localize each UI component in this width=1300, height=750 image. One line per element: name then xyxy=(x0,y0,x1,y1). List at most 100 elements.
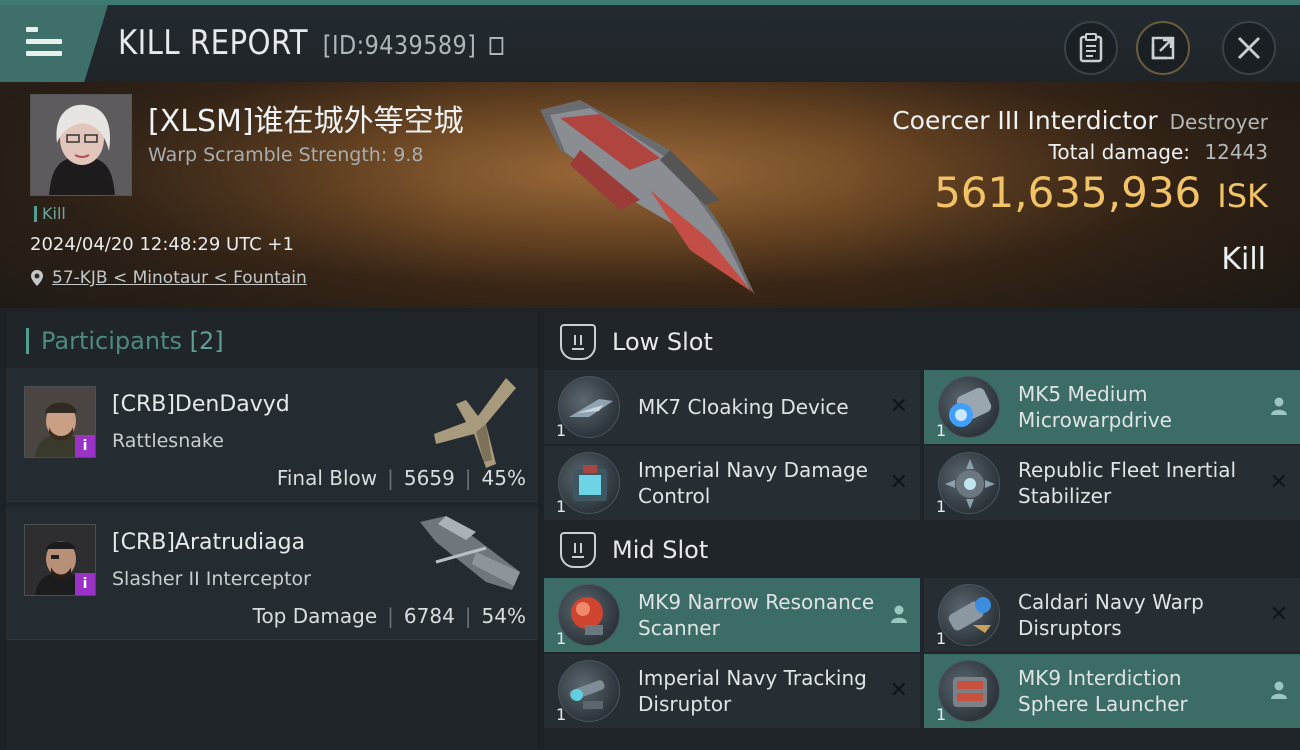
victim-ship-name[interactable]: Coercer III Interdictor Destroyer xyxy=(892,106,1268,135)
cloaking-device-icon xyxy=(558,376,620,438)
kill-location[interactable]: 57-KJB < Minotaur < Fountain xyxy=(30,268,307,288)
clipboard-icon xyxy=(1079,33,1103,63)
module-name: Imperial Navy Damage Control xyxy=(638,458,868,508)
participant-avatar: i xyxy=(24,386,96,458)
kill-tag: Kill xyxy=(34,206,66,222)
module-item[interactable]: 1 MK5 Medium Microwarpdrive xyxy=(924,370,1300,444)
x-icon: ✕ xyxy=(889,470,908,495)
participant-stats: Top Damage | 6784 | 54% xyxy=(252,604,526,628)
participant-damage: 5659 xyxy=(403,466,455,490)
menu-icon xyxy=(26,27,62,63)
mid-slot-icon xyxy=(560,532,596,568)
participants-label: Participants xyxy=(41,327,182,355)
module-quantity: 1 xyxy=(556,421,567,440)
fitting-panel: Low Slot 1 MK7 Cloaking Device ✕ 1 MK5 M… xyxy=(544,312,1300,750)
mid-slot-header: Mid Slot xyxy=(544,522,1300,578)
warp-scramble-strength: Warp Scramble Strength: 9.8 xyxy=(148,144,424,166)
module-item[interactable]: 1 MK9 Narrow Resonance Scanner xyxy=(544,578,920,652)
person-icon xyxy=(1270,396,1288,421)
ship-name-text: Coercer III Interdictor xyxy=(892,106,1158,135)
participant-ship: Slasher II Interceptor xyxy=(112,568,311,590)
module-name: MK9 Interdiction Sphere Launcher xyxy=(1018,666,1188,716)
total-damage-value: 12443 xyxy=(1204,140,1268,164)
module-item[interactable]: 1 MK7 Cloaking Device ✕ xyxy=(544,370,920,444)
warp-disruptor-icon xyxy=(938,584,1000,646)
share-icon xyxy=(1151,36,1175,60)
module-quantity: 1 xyxy=(936,421,947,440)
ship-class: Destroyer xyxy=(1169,110,1268,134)
top-bar: KILL REPORT [ID:9439589] xyxy=(0,0,1300,82)
module-quantity: 1 xyxy=(936,705,947,724)
resonance-scanner-icon xyxy=(558,584,620,646)
kill-result: Kill xyxy=(1221,242,1266,277)
participant-row[interactable]: i [CRB]DenDavyd Rattlesnake Final Blow | 5… xyxy=(6,368,538,502)
close-button[interactable] xyxy=(1222,21,1276,75)
damage-control-icon xyxy=(558,452,620,514)
module-item[interactable]: 1 Republic Fleet Inertial Stabilizer ✕ xyxy=(924,446,1300,520)
module-name: MK5 Medium Microwarpdrive xyxy=(1018,382,1172,432)
x-icon: ✕ xyxy=(889,678,908,703)
x-icon: ✕ xyxy=(1269,470,1288,495)
location-pin-icon xyxy=(31,270,43,286)
module-quantity: 1 xyxy=(936,497,947,516)
mid-slot-label: Mid Slot xyxy=(612,536,709,564)
module-name: MK9 Narrow Resonance Scanner xyxy=(638,590,875,640)
participant-name: [CRB]DenDavyd xyxy=(112,392,290,417)
page-title: KILL REPORT [ID:9439589] xyxy=(118,23,504,63)
menu-button[interactable] xyxy=(0,5,108,82)
microwarpdrive-icon xyxy=(938,376,1000,438)
module-name: Imperial Navy Tracking Disruptor xyxy=(638,666,867,716)
participant-name: [CRB]Aratrudiaga xyxy=(112,530,306,555)
victim-ship-image xyxy=(540,100,755,295)
kill-timestamp: 2024/04/20 12:48:29 UTC +1 xyxy=(30,234,294,255)
participant-percent: 54% xyxy=(481,604,526,628)
isk-amount: 561,635,936 xyxy=(934,168,1202,217)
share-button[interactable] xyxy=(1136,21,1190,75)
report-id: [ID:9439589] xyxy=(322,31,477,61)
module-name: MK7 Cloaking Device xyxy=(638,395,849,419)
tracking-disruptor-icon xyxy=(558,660,620,722)
page-title-text: KILL REPORT xyxy=(118,23,308,63)
victim-banner: [XLSM]谁在城外等空城 Warp Scramble Strength: 9.… xyxy=(0,82,1300,308)
module-quantity: 1 xyxy=(556,629,567,648)
module-name: Republic Fleet Inertial Stabilizer xyxy=(1018,458,1237,508)
total-damage-label: Total damage: xyxy=(1048,140,1191,164)
module-item[interactable]: 1 Caldari Navy Warp Disruptors ✕ xyxy=(924,578,1300,652)
participant-ship-image xyxy=(420,516,520,590)
module-item[interactable]: 1 Imperial Navy Tracking Disruptor ✕ xyxy=(544,654,920,728)
low-slot-header: Low Slot xyxy=(544,314,1300,370)
copy-icon[interactable] xyxy=(489,37,504,55)
isk-unit: ISK xyxy=(1217,177,1268,215)
participant-stats: Final Blow | 5659 | 45% xyxy=(276,466,526,490)
participant-role: Top Damage xyxy=(252,604,378,628)
participant-ship: Rattlesnake xyxy=(112,430,224,452)
total-damage: Total damage: 12443 xyxy=(1049,140,1268,164)
participant-ship-image xyxy=(434,378,516,468)
module-item[interactable]: 1 MK9 Interdiction Sphere Launcher xyxy=(924,654,1300,728)
inertial-stabilizer-icon xyxy=(938,452,1000,514)
participant-percent: 45% xyxy=(481,466,526,490)
clipboard-button[interactable] xyxy=(1064,21,1118,75)
participant-row[interactable]: i [CRB]Aratrudiaga Slasher II Intercepto… xyxy=(6,506,538,640)
participants-header: Participants [2] xyxy=(26,328,224,354)
participants-count: [2] xyxy=(189,327,224,355)
participant-badge: i xyxy=(75,573,95,595)
x-icon: ✕ xyxy=(1269,602,1288,627)
participant-avatar: i xyxy=(24,524,96,596)
module-item[interactable]: 1 Imperial Navy Damage Control ✕ xyxy=(544,446,920,520)
low-slot-label: Low Slot xyxy=(612,328,713,356)
module-quantity: 1 xyxy=(936,629,947,648)
victim-avatar[interactable] xyxy=(30,94,132,196)
module-name: Caldari Navy Warp Disruptors xyxy=(1018,590,1204,640)
participants-panel: Participants [2] i [CRB]DenDavyd Rattles… xyxy=(6,312,538,750)
location-link[interactable]: 57-KJB < Minotaur < Fountain xyxy=(52,268,307,288)
person-icon xyxy=(1270,680,1288,705)
participant-badge: i xyxy=(75,435,95,457)
module-quantity: 1 xyxy=(556,497,567,516)
participant-role: Final Blow xyxy=(276,466,378,490)
module-quantity: 1 xyxy=(556,705,567,724)
x-icon: ✕ xyxy=(889,394,908,419)
isk-value: 561,635,936 ISK xyxy=(934,168,1268,217)
victim-name[interactable]: [XLSM]谁在城外等空城 xyxy=(148,96,464,140)
close-icon xyxy=(1238,37,1260,59)
